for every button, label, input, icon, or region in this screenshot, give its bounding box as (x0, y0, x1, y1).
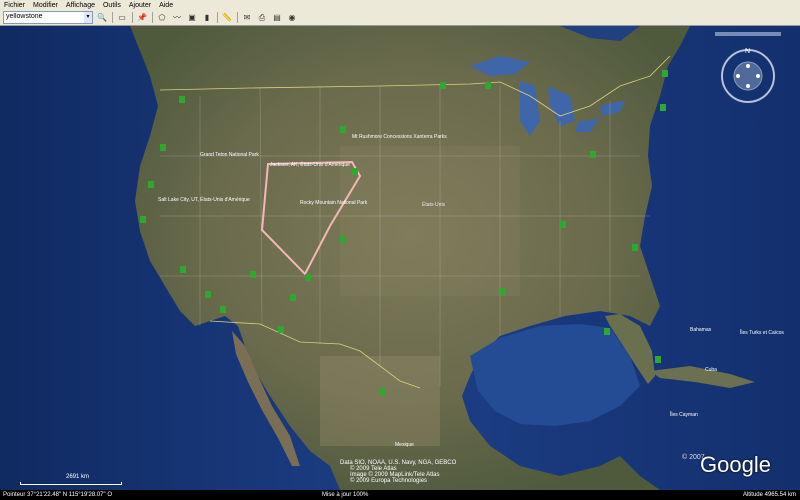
email-button[interactable]: ✉ (241, 12, 253, 23)
park-marker[interactable] (655, 356, 661, 363)
park-marker[interactable] (160, 144, 166, 151)
search-dropdown-icon[interactable]: ▾ (84, 12, 92, 23)
park-marker[interactable] (148, 181, 154, 188)
sidebar-icon: ▭ (118, 13, 126, 22)
park-marker[interactable] (340, 126, 346, 133)
menu-outils[interactable]: Outils (99, 2, 125, 9)
path-icon: 〰 (173, 13, 181, 22)
park-marker[interactable] (500, 288, 506, 295)
image-overlay-icon: ▣ (188, 13, 196, 22)
print-button[interactable]: ⎙ (256, 12, 268, 23)
toolbar-separator (217, 12, 218, 23)
menu-affichage[interactable]: Affichage (62, 2, 99, 9)
toolbar-separator (112, 12, 113, 23)
park-marker[interactable] (590, 151, 596, 158)
pointer-coordinates: Pointeur 37°21'22.48" N 115°19'28.07" O (3, 492, 112, 498)
zoom-slider-track[interactable] (715, 32, 781, 36)
placemark-button[interactable]: 📌 (136, 12, 148, 23)
park-marker[interactable] (632, 244, 638, 251)
park-marker[interactable] (340, 236, 346, 243)
label-usa: États-Unis (422, 201, 446, 208)
sky-button[interactable]: ◉ (286, 12, 298, 23)
label-rushmore: Mt Rushmore Concessions Xanterra Parks (352, 134, 447, 140)
label-bahamas: Bahamas (690, 327, 712, 333)
move-left-icon[interactable] (736, 74, 740, 78)
park-marker[interactable] (380, 388, 386, 395)
great-plains (340, 146, 520, 296)
pushpin-icon: 📌 (137, 13, 147, 22)
park-marker[interactable] (220, 306, 226, 313)
maps-button[interactable]: ▤ (271, 12, 283, 23)
planet-icon: ◉ (288, 13, 296, 22)
label-turks-caicos: Îles Turks et Caïcos (739, 329, 784, 336)
overlay-button[interactable]: ▣ (186, 12, 198, 23)
label-grand-teton: Grand Teton National Park (200, 152, 259, 158)
park-marker[interactable] (250, 271, 256, 278)
polygon-button[interactable]: ⬠ (156, 12, 168, 23)
map-icon: ▤ (273, 13, 281, 22)
mexico-desert (320, 356, 440, 446)
park-marker[interactable] (290, 294, 296, 301)
label-mexico: Mexique (395, 442, 414, 448)
park-marker[interactable] (205, 291, 211, 298)
label-salt-lake: Salt Lake City, UT, États-Unis d'Amériqu… (158, 196, 250, 203)
park-marker[interactable] (352, 168, 358, 175)
printer-icon: ⎙ (258, 12, 266, 22)
ruler-button[interactable]: 📏 (221, 12, 233, 23)
park-marker[interactable] (278, 326, 284, 333)
menu-modifier[interactable]: Modifier (29, 2, 62, 9)
search-box: ▾ (3, 11, 93, 24)
label-jackson: Jackson, AK, États-Unis d'Amérique (270, 161, 350, 168)
move-down-icon[interactable] (746, 84, 750, 88)
label-cayman: Îles Cayman (669, 411, 698, 418)
label-rocky-mountain: Rocky Mountain National Park (300, 200, 368, 206)
menu-bar: Fichier Modifier Affichage Outils Ajoute… (0, 0, 800, 10)
toolbar-separator (152, 12, 153, 23)
move-right-icon[interactable] (756, 74, 760, 78)
menu-ajouter[interactable]: Ajouter (125, 2, 155, 9)
toolbar-separator (237, 12, 238, 23)
north-indicator-icon: N (745, 48, 750, 55)
park-marker[interactable] (560, 221, 566, 228)
park-marker[interactable] (440, 82, 446, 89)
menu-aide[interactable]: Aide (155, 2, 177, 9)
streaming-progress: Mise à jour 100% (321, 492, 369, 498)
park-marker[interactable] (180, 266, 186, 273)
polygon-icon: ⬠ (158, 13, 166, 22)
path-button[interactable]: 〰 (171, 12, 183, 23)
label-cuba: Cuba (705, 367, 717, 373)
toolbar-separator (132, 12, 133, 23)
magnifier-icon: 🔍 (97, 13, 107, 22)
google-logo: Google (700, 452, 771, 477)
search-button[interactable]: 🔍 (96, 12, 108, 23)
status-bar: Pointeur 37°21'22.48" N 115°19'28.07" O … (0, 490, 800, 500)
move-up-icon[interactable] (746, 64, 750, 68)
park-marker[interactable] (660, 104, 666, 111)
park-marker[interactable] (604, 328, 610, 335)
scale-label: 2691 km (66, 474, 90, 480)
record-tour-icon: ▮ (204, 13, 210, 22)
earth-map-view[interactable]: Grand Teton National Park Jackson, AK, É… (0, 26, 800, 490)
ruler-icon: 📏 (222, 13, 232, 22)
envelope-icon: ✉ (243, 13, 251, 22)
park-marker[interactable] (305, 274, 311, 281)
park-marker[interactable] (140, 216, 146, 223)
attribution-line: © 2009 Europa Technologies (350, 478, 428, 484)
sidebar-toggle-button[interactable]: ▭ (116, 12, 128, 23)
park-marker[interactable] (179, 96, 185, 103)
altitude-readout: Altitude 4965.54 km (742, 492, 796, 498)
search-input[interactable] (4, 12, 84, 21)
menu-fichier[interactable]: Fichier (0, 2, 29, 9)
park-marker[interactable] (485, 82, 491, 89)
scale-bar (20, 482, 122, 485)
tour-button[interactable]: ▮ (201, 12, 213, 23)
park-marker[interactable] (662, 70, 668, 77)
toolbar: ▾ 🔍 ▭ 📌 ⬠ 〰 ▣ ▮ 📏 ✉ ⎙ ▤ ◉ (0, 10, 800, 26)
